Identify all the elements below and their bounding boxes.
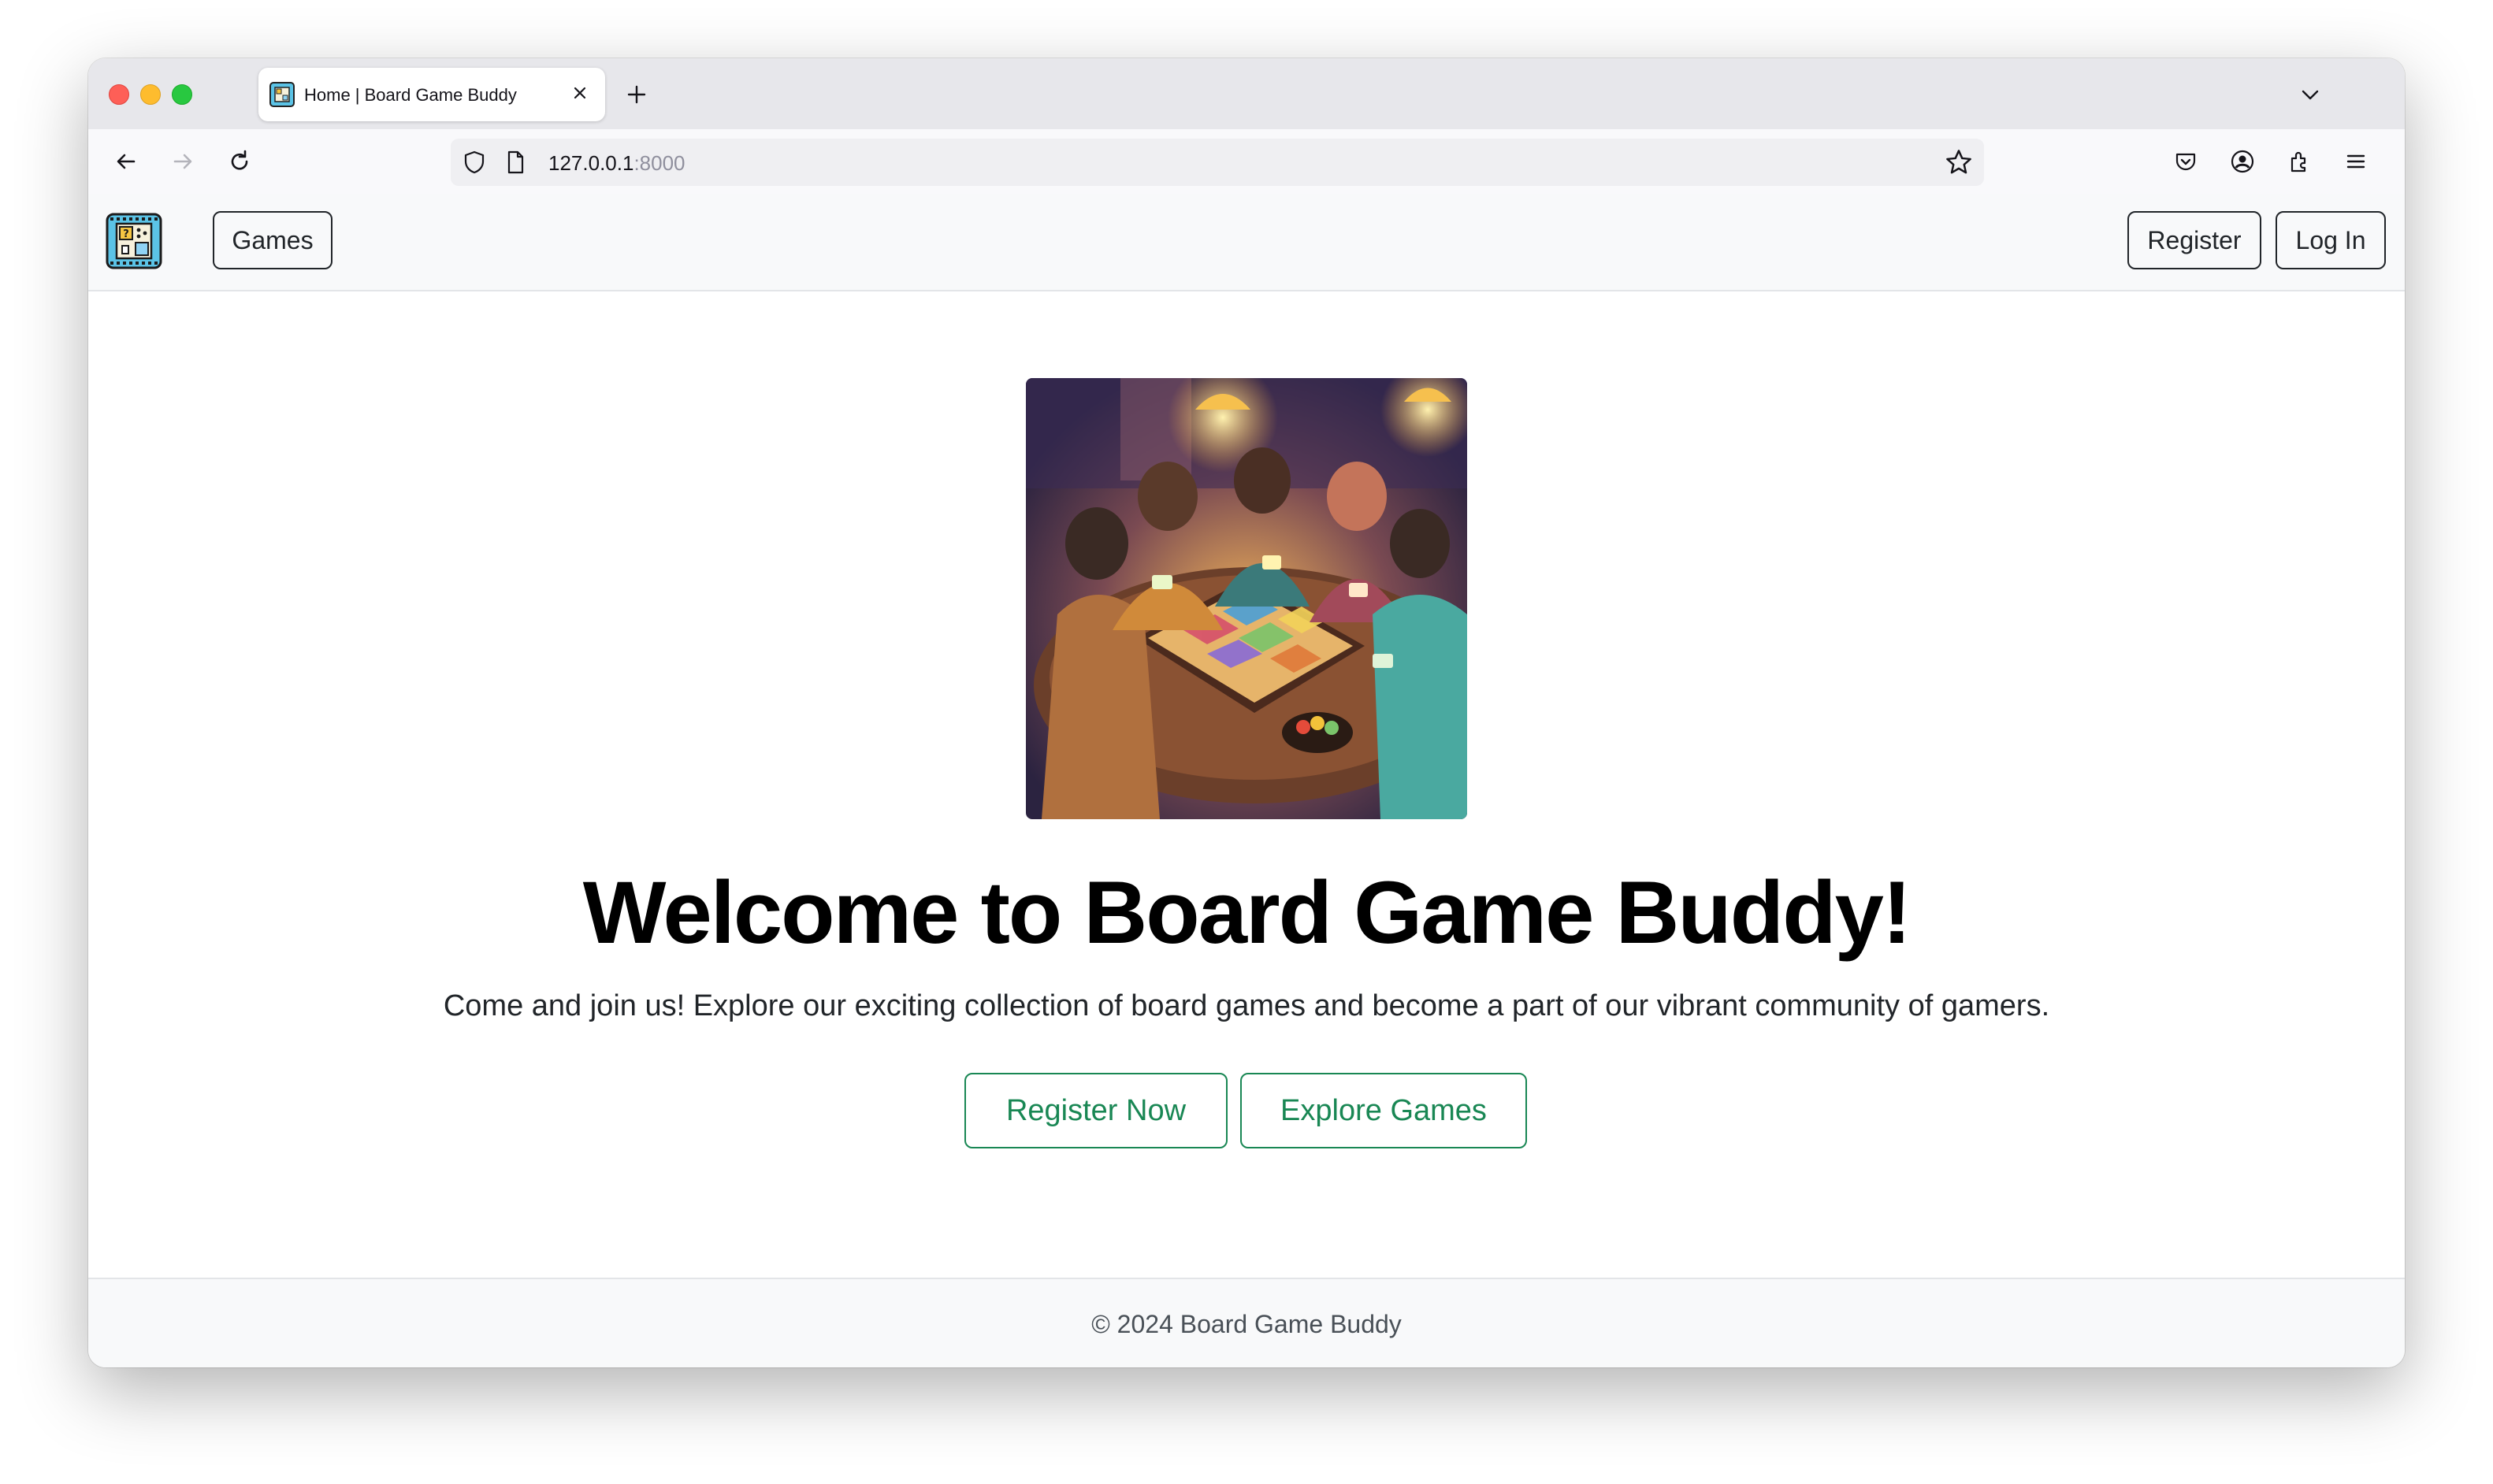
active-tab[interactable]: Home | Board Game Buddy <box>258 68 605 121</box>
tab-strip: Home | Board Game Buddy <box>88 58 2405 129</box>
pocket-icon[interactable] <box>2168 144 2203 179</box>
bookmark-star-icon[interactable] <box>1945 148 1973 176</box>
explore-games-button[interactable]: Explore Games <box>1240 1073 1527 1148</box>
hero-title: Welcome to Board Game Buddy! <box>582 863 1912 962</box>
url-port: :8000 <box>633 151 685 175</box>
board-game-favicon-icon <box>269 82 295 107</box>
games-nav-button[interactable]: Games <box>213 211 333 269</box>
footer: © 2024 Board Game Buddy <box>88 1278 2405 1367</box>
register-now-button[interactable]: Register Now <box>964 1073 1228 1148</box>
url-bar[interactable]: 127.0.0.1:8000 <box>451 139 1984 186</box>
url-text[interactable]: 127.0.0.1:8000 <box>548 151 685 176</box>
new-tab-plus-icon[interactable] <box>621 79 652 110</box>
back-arrow-icon[interactable] <box>109 144 143 179</box>
extensions-icon[interactable] <box>2282 144 2317 179</box>
login-nav-button[interactable]: Log In <box>2276 211 2386 269</box>
register-nav-button[interactable]: Register <box>2127 211 2261 269</box>
minimize-window-button[interactable] <box>140 84 161 105</box>
tab-title: Home | Board Game Buddy <box>304 85 517 105</box>
board-game-logo-icon[interactable]: ? <box>106 213 162 269</box>
forward-arrow-icon[interactable] <box>165 144 200 179</box>
close-tab-icon[interactable] <box>566 79 594 107</box>
zoom-window-button[interactable] <box>172 84 192 105</box>
hero-lead-text: Come and join us! Explore our exciting c… <box>443 989 2050 1022</box>
reload-icon[interactable] <box>222 144 257 179</box>
shield-icon[interactable] <box>462 150 487 175</box>
site-navbar: ? Games Register Log In <box>88 194 2405 291</box>
account-icon[interactable] <box>2225 144 2260 179</box>
browser-toolbar: 127.0.0.1:8000 <box>88 129 2405 195</box>
tab-list-chevron-icon[interactable] <box>2294 79 2326 110</box>
hero-illustration <box>1026 378 1467 819</box>
svg-text:?: ? <box>123 228 129 240</box>
url-host: 127.0.0.1 <box>548 151 634 175</box>
page-icon[interactable] <box>503 150 528 175</box>
footer-copyright: © 2024 Board Game Buddy <box>1091 1309 1402 1338</box>
close-window-button[interactable] <box>109 84 129 105</box>
browser-window: Home | Board Game Buddy 127.0.0.1:8000 ?… <box>88 58 2405 1367</box>
menu-icon[interactable] <box>2339 144 2373 179</box>
